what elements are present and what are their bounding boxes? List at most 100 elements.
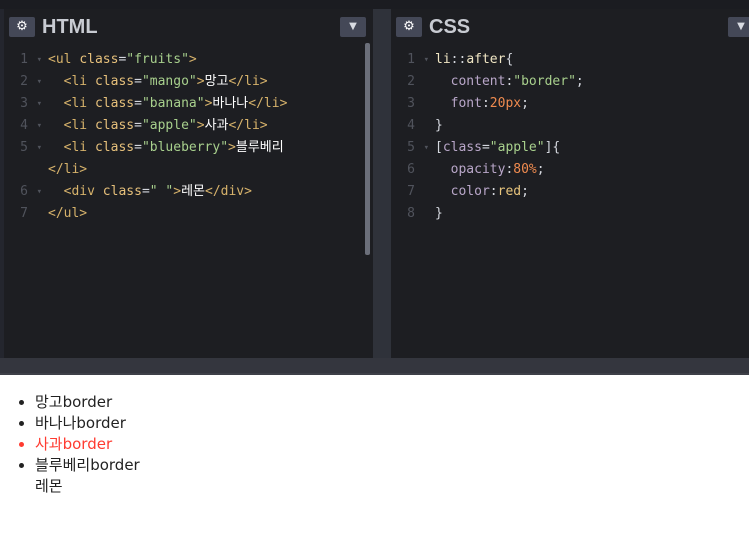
html-editor-pane: ⚙ HTML ▼ 1 ▾ <ul class="fruits"> 2 ▾ <li cla… xyxy=(4,9,373,358)
code-text: <li class="mango">망고</li> xyxy=(48,71,268,93)
code-text: opacity:80%; xyxy=(435,159,545,181)
pane-resize-handle[interactable] xyxy=(373,9,391,358)
code-token: 망고 xyxy=(204,74,229,89)
code-line[interactable]: 7 </ul> xyxy=(4,203,373,225)
list-item-banana: 바나나border xyxy=(35,413,140,434)
code-line[interactable]: 1 ▾ <ul class="fruits"> xyxy=(4,49,373,71)
code-line[interactable]: 2 content:"border"; xyxy=(391,71,749,93)
code-token: "apple" xyxy=(489,140,545,155)
fold-arrow-icon[interactable]: ▾ xyxy=(37,115,42,137)
line-number: 4 xyxy=(407,118,415,133)
code-token: ]{ xyxy=(544,140,561,155)
code-text: <div class=" ">레몬</div> xyxy=(48,181,252,203)
code-token: color xyxy=(450,184,490,199)
code-line[interactable]: </li> xyxy=(4,159,373,181)
code-token: </li> xyxy=(248,96,288,111)
code-token: = xyxy=(134,74,142,89)
css-code-editor[interactable]: 1 ▾ li::after{2 content:"border"; 3 font:20… xyxy=(391,49,749,358)
html-editor-title: HTML xyxy=(42,16,98,38)
code-text: <li class="apple">사과</li> xyxy=(48,115,268,137)
code-token: > xyxy=(188,52,197,67)
chevron-down-icon[interactable]: ▼ xyxy=(728,17,749,37)
html-editor-header: ⚙ HTML ▼ xyxy=(4,9,373,43)
fold-arrow-icon[interactable]: ▾ xyxy=(37,49,42,71)
code-line[interactable]: 3 ▾ <li class="banana">바나나</li> xyxy=(4,93,373,115)
code-line[interactable]: 6 ▾ <div class=" ">레몬</div> xyxy=(4,181,373,203)
code-token: opacity xyxy=(450,162,506,177)
code-line[interactable]: 5 ▾ <li class="blueberry">블루베리 xyxy=(4,137,373,159)
code-line[interactable]: 1 ▾ li::after{ xyxy=(391,49,749,71)
list-item-apple: 사과border xyxy=(35,434,140,455)
code-token: <li xyxy=(63,140,95,155)
code-line[interactable]: 6 opacity:80%; xyxy=(391,159,749,181)
line-number: 2 xyxy=(407,74,415,89)
code-text: color:red; xyxy=(435,181,529,203)
line-number: 5 xyxy=(20,140,28,155)
line-number: 6 xyxy=(20,184,28,199)
code-token: "border" xyxy=(513,74,576,89)
html-code-editor[interactable]: 1 ▾ <ul class="fruits"> 2 ▾ <li class="mango… xyxy=(4,49,373,358)
code-text: font:20px; xyxy=(435,93,529,115)
code-line[interactable]: 4} xyxy=(391,115,749,137)
code-token: } xyxy=(435,118,443,133)
code-line[interactable]: 5 ▾ [class="apple"]{ xyxy=(391,137,749,159)
code-token: 블루베리 xyxy=(235,140,284,155)
gear-icon[interactable]: ⚙ xyxy=(396,17,422,37)
fold-arrow-icon[interactable]: ▾ xyxy=(37,181,42,203)
fold-arrow-icon[interactable]: ▾ xyxy=(424,137,429,159)
code-token: = xyxy=(141,184,150,199)
html-editor-scrollbar[interactable] xyxy=(365,43,370,255)
lemon-div: 레몬 xyxy=(35,477,63,495)
line-number: 2 xyxy=(20,74,28,89)
code-token: </li> xyxy=(48,162,88,177)
code-line[interactable]: 2 ▾ <li class="mango">망고</li> xyxy=(4,71,373,93)
code-token: > xyxy=(173,184,182,199)
fold-arrow-icon[interactable]: ▾ xyxy=(37,93,42,115)
code-text: [class="apple"]{ xyxy=(435,137,560,159)
code-token: { xyxy=(505,52,514,67)
code-token: </li> xyxy=(228,74,268,89)
code-line[interactable]: 7 color:red; xyxy=(391,181,749,203)
fold-arrow-icon[interactable]: ▾ xyxy=(37,71,42,93)
code-text: <li class="blueberry">블루베리 xyxy=(48,137,284,159)
code-token: : xyxy=(481,96,490,111)
code-token: 20px xyxy=(489,96,522,111)
line-number: 1 xyxy=(20,52,28,67)
line-number: 3 xyxy=(20,96,28,111)
code-token: class xyxy=(79,52,119,67)
code-token: 사과 xyxy=(204,118,229,133)
code-token: <li xyxy=(63,74,95,89)
css-editor-pane: ⚙ CSS ▼ 1 ▾ li::after{2 content:"border"; 3… xyxy=(391,9,749,358)
code-token: : xyxy=(489,184,498,199)
code-token: <li xyxy=(63,96,95,111)
line-number: 5 xyxy=(407,140,415,155)
code-token: class xyxy=(442,140,482,155)
top-strip xyxy=(0,0,749,9)
code-token: 레몬 xyxy=(181,184,205,199)
fold-arrow-icon[interactable]: ▾ xyxy=(424,49,429,71)
code-line[interactable]: 3 font:20px; xyxy=(391,93,749,115)
code-token: red xyxy=(497,184,522,199)
code-token: content xyxy=(450,74,506,89)
code-line[interactable]: 4 ▾ <li class="apple">사과</li> xyxy=(4,115,373,137)
gear-icon[interactable]: ⚙ xyxy=(9,17,35,37)
code-text: content:"border"; xyxy=(435,71,584,93)
fold-arrow-icon[interactable]: ▾ xyxy=(37,137,42,159)
code-text: </li> xyxy=(48,159,87,181)
chevron-down-icon[interactable]: ▼ xyxy=(340,17,366,37)
code-text: } xyxy=(435,115,443,137)
code-token: " " xyxy=(149,184,174,199)
line-number: 1 xyxy=(407,52,415,67)
code-token: <li xyxy=(63,118,95,133)
editor-area: ⚙ HTML ▼ 1 ▾ <ul class="fruits"> 2 ▾ <li cla… xyxy=(0,0,749,375)
code-token: "banana" xyxy=(141,96,205,111)
line-number: 3 xyxy=(407,96,415,111)
code-token: ; xyxy=(536,162,545,177)
code-text: <ul class="fruits"> xyxy=(48,49,197,71)
code-line[interactable]: 8} xyxy=(391,203,749,225)
